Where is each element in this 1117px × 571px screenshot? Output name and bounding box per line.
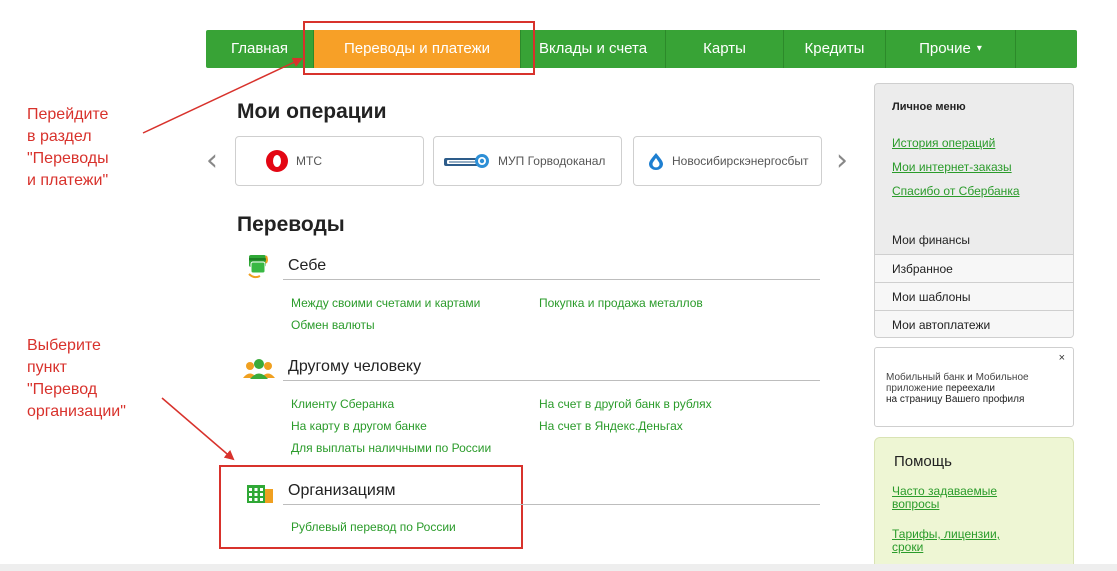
operation-card-novosibirskenergosbyt[interactable]: Новосибирскэнергосбыт: [633, 136, 822, 186]
link-currency-exchange[interactable]: Обмен валюты: [291, 318, 375, 332]
nav-item-deposits-accounts[interactable]: Вклады и счета: [521, 30, 666, 68]
mts-logo-icon: [266, 150, 288, 172]
water-drop-logo-icon: [649, 153, 663, 170]
notice-mobile-bank: Мобильный банк: [886, 372, 965, 383]
link-ruble-transfer-russia[interactable]: Рублевый перевод по России: [291, 520, 456, 534]
menu-row-favorites[interactable]: Избранное: [875, 254, 1073, 282]
link-tariffs-licenses[interactable]: Тарифы, лицензии, сроки: [892, 528, 1007, 554]
annotation-line: пункт: [27, 359, 68, 376]
menu-row-my-templates[interactable]: Мои шаблоны: [875, 282, 1073, 310]
operation-card-gorvodokanal[interactable]: МУП Горводоканал: [433, 136, 622, 186]
operation-card-mts[interactable]: МТС: [235, 136, 424, 186]
my-operations-heading: Мои операции: [237, 100, 387, 123]
section-title-other-person: Другому человеку: [288, 358, 422, 375]
notice-application: приложение: [886, 383, 943, 394]
gorvodokanal-logo-icon: [444, 154, 489, 168]
nav-item-credits[interactable]: Кредиты: [784, 30, 886, 68]
arrow-to-organizations: [161, 397, 235, 461]
annotation-go-to-section: Перейдите в раздел "Переводы и платежи": [27, 104, 109, 192]
annotation-line: в раздел: [27, 128, 92, 145]
annotation-line: организации": [27, 403, 126, 420]
annotation-line: "Переводы: [27, 150, 109, 167]
section-title-organizations: Организациям: [288, 482, 396, 499]
annotation-line: "Перевод: [27, 381, 98, 398]
chevron-down-icon: ▾: [976, 43, 982, 55]
notice-profile-page: на страницу Вашего профиля: [886, 394, 1025, 405]
close-icon[interactable]: ×: [1059, 352, 1065, 364]
mobile-bank-notice: × Мобильный банк и Мобильное приложение …: [874, 347, 1074, 427]
link-operations-history[interactable]: История операций: [892, 136, 995, 150]
notice-mobile: Мобильное: [975, 372, 1029, 383]
nav-filler: [1016, 30, 1077, 68]
link-to-other-bank-card[interactable]: На карту в другом банке: [291, 419, 427, 433]
people-icon: [243, 359, 275, 379]
main-navigation: Главная Переводы и платежи Вклады и счет…: [206, 30, 1077, 68]
menu-row-my-autopayments[interactable]: Мои автоплатежи: [875, 310, 1073, 337]
section-divider: [283, 380, 820, 381]
annotation-choose-item: Выберите пункт "Перевод организации": [27, 335, 126, 423]
organization-building-icon: [247, 485, 273, 503]
section-divider: [283, 504, 820, 505]
notice-moved: переехали: [942, 383, 995, 394]
link-spasibo-sberbank[interactable]: Спасибо от Сбербанка: [892, 184, 1020, 198]
nav-item-cards[interactable]: Карты: [666, 30, 784, 68]
transfers-heading: Переводы: [237, 213, 345, 236]
link-between-own-accounts[interactable]: Между своими счетами и картами: [291, 296, 480, 310]
nav-item-other[interactable]: Прочие ▾: [886, 30, 1016, 68]
link-faq[interactable]: Часто задаваемые вопросы: [892, 485, 1007, 511]
notice-and: и: [964, 372, 976, 383]
operation-card-label: МУП Горводоканал: [498, 154, 606, 168]
link-to-other-bank-rub-account[interactable]: На счет в другой банк в рублях: [539, 397, 712, 411]
link-to-yandex-money[interactable]: На счет в Яндекс.Деньгах: [539, 419, 683, 433]
personal-menu-title: Личное меню: [892, 101, 966, 113]
help-title: Помощь: [894, 453, 952, 470]
annotation-line: Выберите: [27, 337, 101, 354]
menu-row-my-finances[interactable]: Мои финансы: [875, 226, 1073, 254]
personal-menu: Личное меню История операций Мои интерне…: [874, 83, 1074, 338]
nav-item-other-label: Прочие: [919, 40, 971, 57]
help-panel: Помощь Часто задаваемые вопросы Тарифы, …: [874, 437, 1074, 571]
notice-text: Мобильный банк и Мобильное приложение пе…: [886, 372, 1066, 405]
nav-item-transfers-payments[interactable]: Переводы и платежи: [314, 30, 521, 68]
self-transfer-icon: [248, 255, 268, 279]
slider-next-arrow[interactable]: ›: [836, 146, 848, 176]
section-divider: [283, 279, 820, 280]
link-cash-payout-russia[interactable]: Для выплаты наличными по России: [291, 441, 491, 455]
bottom-bar: [0, 564, 1117, 571]
slider-prev-arrow[interactable]: ‹: [206, 146, 218, 176]
section-title-self: Себе: [288, 257, 327, 274]
link-to-sberbank-client[interactable]: Клиенту Сберанка: [291, 397, 394, 411]
annotation-line: и платежи": [27, 172, 109, 189]
highlight-box-organizations: [219, 465, 523, 549]
annotation-line: Перейдите: [27, 106, 109, 123]
operation-card-label: Новосибирскэнергосбыт: [672, 154, 809, 168]
link-metals-trading[interactable]: Покупка и продажа металлов: [539, 296, 703, 310]
operation-card-label: МТС: [296, 154, 322, 168]
link-internet-orders[interactable]: Мои интернет-заказы: [892, 160, 1012, 174]
nav-item-home[interactable]: Главная: [206, 30, 314, 68]
